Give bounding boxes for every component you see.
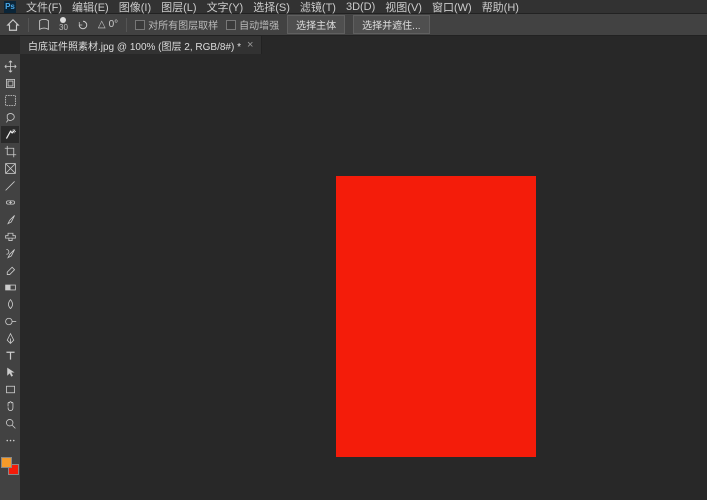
checkbox-icon [226, 20, 236, 30]
canvas-document[interactable] [336, 176, 536, 457]
canvas-area[interactable] [20, 54, 707, 500]
menu-file[interactable]: 文件(F) [22, 0, 66, 15]
select-and-mask-button[interactable]: 选择并遮住... [353, 15, 429, 34]
rectangle-tool[interactable] [1, 381, 19, 398]
crop-tool[interactable] [1, 143, 19, 160]
sample-all-label: 对所有图层取样 [148, 17, 218, 32]
angle-icon[interactable] [76, 18, 90, 32]
quick-selection-tool[interactable] [1, 126, 19, 143]
eraser-tool[interactable] [1, 262, 19, 279]
sample-all-layers-checkbox[interactable]: 对所有图层取样 [135, 17, 218, 32]
blur-tool[interactable] [1, 296, 19, 313]
menu-layer[interactable]: 图层(L) [157, 0, 200, 15]
frame-tool[interactable] [1, 160, 19, 177]
divider [126, 18, 127, 32]
spot-heal-tool[interactable] [1, 194, 19, 211]
pen-tool[interactable] [1, 330, 19, 347]
menu-filter[interactable]: 滤镜(T) [296, 0, 340, 15]
ps-logo: Ps [4, 1, 16, 13]
auto-enhance-checkbox[interactable]: 自动增强 [226, 17, 279, 32]
menu-view[interactable]: 视图(V) [381, 0, 426, 15]
eyedropper-tool[interactable] [1, 177, 19, 194]
artboard-tool[interactable] [1, 75, 19, 92]
brush-size-picker[interactable]: 30 [59, 17, 68, 32]
history-brush-tool[interactable] [1, 245, 19, 262]
clone-stamp-tool[interactable] [1, 228, 19, 245]
tools-panel [0, 54, 20, 500]
gradient-tool[interactable] [1, 279, 19, 296]
angle-input[interactable]: △ 0° [98, 19, 118, 30]
workspace [0, 54, 707, 500]
home-icon[interactable] [6, 18, 20, 32]
checkbox-icon [135, 20, 145, 30]
divider [28, 18, 29, 32]
menu-3d[interactable]: 3D(D) [342, 1, 379, 13]
path-selection-tool[interactable] [1, 364, 19, 381]
zoom-tool[interactable] [1, 415, 19, 432]
dodge-tool[interactable] [1, 313, 19, 330]
move-tool[interactable] [1, 58, 19, 75]
brush-options: 30 △ 0° [59, 17, 118, 32]
edit-toolbar[interactable] [1, 432, 19, 449]
tool-preset-icon[interactable] [37, 18, 51, 32]
select-subject-button[interactable]: 选择主体 [287, 15, 345, 34]
auto-enhance-label: 自动增强 [239, 17, 279, 32]
type-tool[interactable] [1, 347, 19, 364]
menu-window[interactable]: 窗口(W) [428, 0, 476, 15]
brush-size-value: 30 [59, 24, 68, 32]
menu-image[interactable]: 图像(I) [115, 0, 155, 15]
angle-symbol: △ [98, 19, 106, 30]
brush-tool[interactable] [1, 211, 19, 228]
menu-help[interactable]: 帮助(H) [478, 0, 523, 15]
document-tab-title: 白底证件照素材.jpg @ 100% (图层 2, RGB/8#) * [28, 38, 241, 53]
menu-type[interactable]: 文字(Y) [203, 0, 248, 15]
menu-edit[interactable]: 编辑(E) [68, 0, 113, 15]
color-swatches[interactable] [1, 457, 19, 475]
options-bar: 30 △ 0° 对所有图层取样 自动增强 选择主体 选择并遮住... [0, 14, 707, 36]
marquee-tool[interactable] [1, 92, 19, 109]
hand-tool[interactable] [1, 398, 19, 415]
close-icon[interactable]: × [247, 39, 253, 51]
angle-value: 0° [109, 19, 119, 30]
foreground-color-swatch[interactable] [1, 457, 12, 468]
document-tab-bar: 白底证件照素材.jpg @ 100% (图层 2, RGB/8#) * × [0, 36, 707, 54]
menu-bar: Ps 文件(F) 编辑(E) 图像(I) 图层(L) 文字(Y) 选择(S) 滤… [0, 0, 707, 14]
document-tab[interactable]: 白底证件照素材.jpg @ 100% (图层 2, RGB/8#) * × [20, 36, 262, 54]
menu-select[interactable]: 选择(S) [249, 0, 294, 15]
lasso-tool[interactable] [1, 109, 19, 126]
